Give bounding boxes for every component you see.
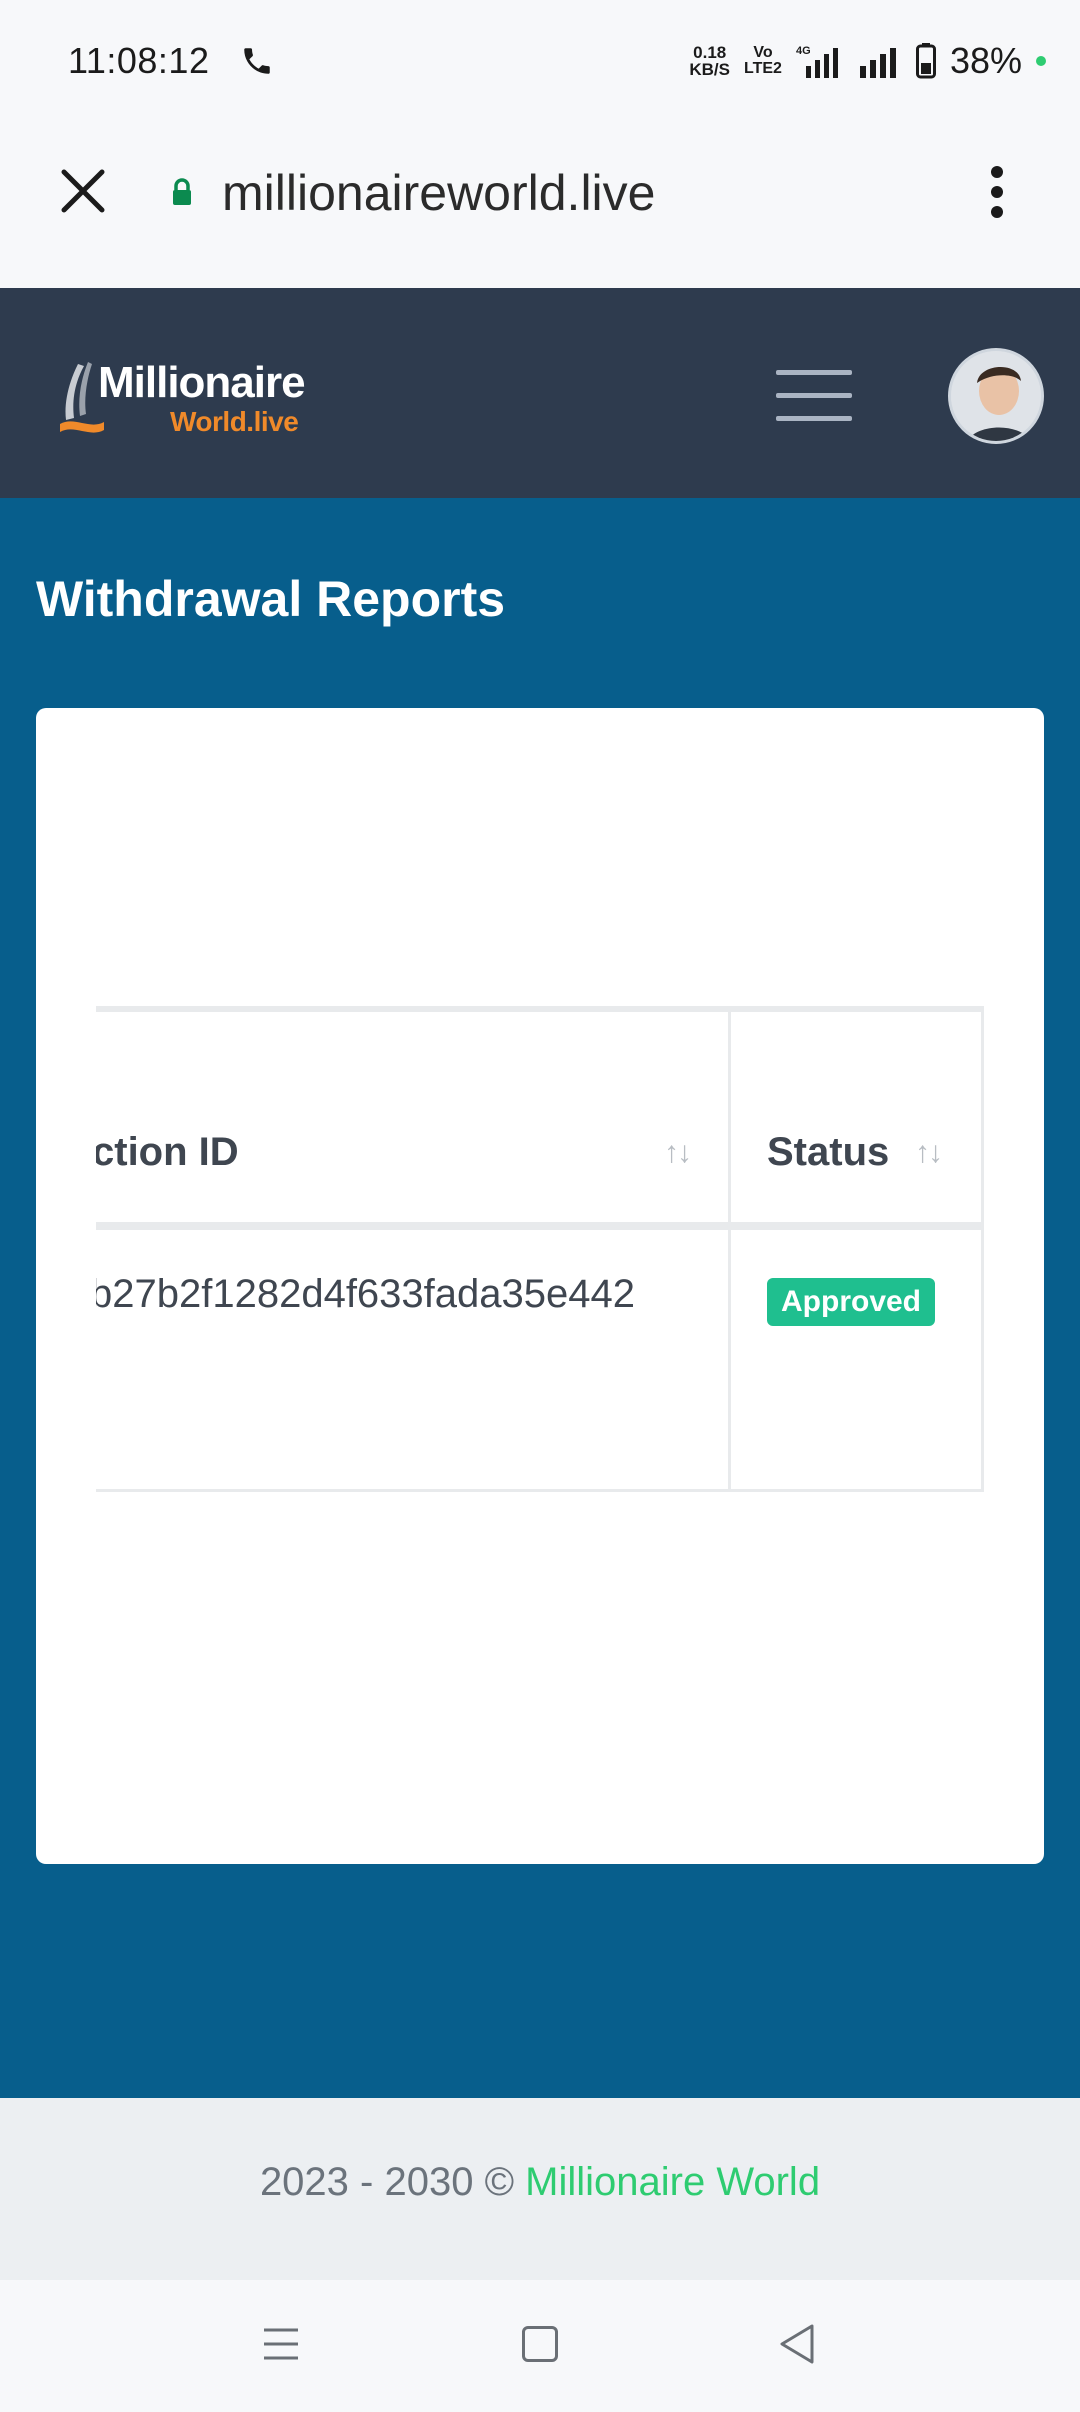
avatar[interactable] xyxy=(948,348,1044,444)
withdrawal-table[interactable]: ction ID ↑↓ Status ↑↓ b27b2f1282d4f633fa… xyxy=(96,1006,984,1492)
footer-copyright: 2023 - 2030 © Millionaire World xyxy=(259,2160,821,2204)
notification-dot xyxy=(1036,56,1046,66)
lock-icon xyxy=(173,178,191,205)
site-logo[interactable]: Millionaire World.live xyxy=(60,350,360,450)
battery-percent: 38% xyxy=(949,40,1022,81)
signal-icon xyxy=(859,48,896,78)
phone-call-icon xyxy=(244,48,270,74)
sort-icon[interactable]: ↑↓ xyxy=(915,1136,943,1170)
page-title: Withdrawal Reports xyxy=(36,571,506,627)
status-cell: Approved xyxy=(728,1230,984,1492)
column-header-transaction-id[interactable]: ction ID ↑↓ xyxy=(96,1012,728,1222)
home-icon[interactable] xyxy=(522,2326,558,2362)
column-header-status[interactable]: Status ↑↓ xyxy=(728,1012,984,1222)
battery-icon xyxy=(915,43,936,79)
recent-apps-icon[interactable] xyxy=(262,2326,300,2362)
status-time: 11:08:12 xyxy=(68,40,210,81)
transaction-id-cell: b27b2f1282d4f633fada35e442 xyxy=(96,1272,635,1316)
table-row: b27b2f1282d4f633fada35e442 xyxy=(96,1230,728,1492)
menu-icon[interactable] xyxy=(776,370,852,421)
network-speed: 0.18 KB/S xyxy=(689,43,730,79)
volte-indicator: Vo LTE2 xyxy=(744,44,782,77)
signal-icon: 4G xyxy=(796,45,838,78)
sort-icon[interactable]: ↑↓ xyxy=(664,1136,692,1170)
svg-text:4G: 4G xyxy=(796,45,811,57)
address-bar-url[interactable]: millionaireworld.live xyxy=(222,164,655,222)
back-icon[interactable] xyxy=(776,2322,816,2366)
status-icons: 0.18 KB/S Vo LTE2 4G 38% xyxy=(689,36,1046,86)
status-badge: Approved xyxy=(767,1278,936,1326)
close-icon[interactable] xyxy=(58,166,108,216)
more-vert-icon[interactable] xyxy=(980,164,1014,220)
footer-link[interactable]: Millionaire World xyxy=(525,2160,820,2204)
